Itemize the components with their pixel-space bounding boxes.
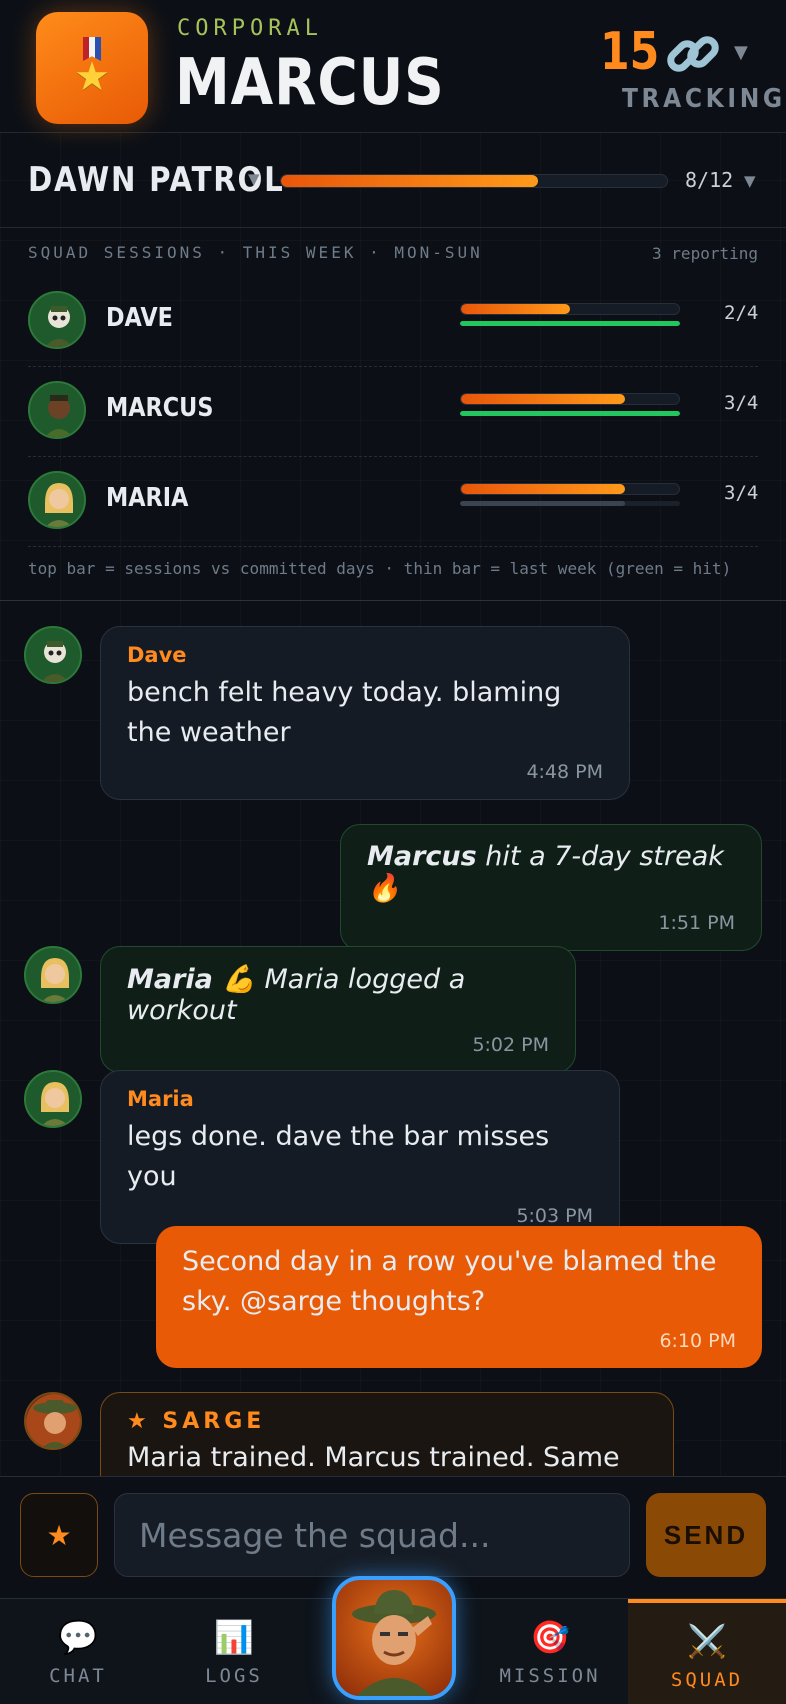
patrol-progress-count: 8/12 [685, 168, 734, 192]
message-time: 4:48 PM [526, 761, 603, 783]
message-text: Second day in a row you've blamed the sk… [182, 1246, 717, 1317]
nav-squad[interactable]: ⚔️ SQUAD [628, 1599, 786, 1704]
member-row-maria[interactable]: MARIA 3/4 [28, 457, 758, 547]
chat-feed[interactable]: Dave bench felt heavy today. blaming the… [0, 602, 786, 1476]
nav-label: LOGS [205, 1665, 263, 1687]
member-name: DAVE [106, 303, 173, 333]
message-time: 1:51 PM [658, 912, 735, 934]
event-bubble[interactable]: Maria 💪 Maria logged a workout 5:02 PM [100, 946, 576, 1073]
star-button[interactable]: ★ [20, 1493, 98, 1577]
message-time: 5:03 PM [516, 1205, 593, 1227]
user-name: MARCUS [175, 46, 445, 120]
message-text: bench felt heavy today. blaming the weat… [127, 677, 562, 748]
avatar-sarge[interactable] [24, 1392, 82, 1450]
sessions-heading: SQUAD SESSIONS · THIS WEEK · MON-SUN [28, 243, 483, 262]
tracking-count[interactable]: 15 [600, 22, 659, 82]
send-button[interactable]: SEND [646, 1493, 766, 1577]
squad-sessions-panel: SQUAD SESSIONS · THIS WEEK · MON-SUN 3 r… [0, 229, 786, 601]
sessions-bar [460, 393, 680, 405]
outgoing-message-bubble[interactable]: Second day in a row you've blamed the sk… [156, 1226, 762, 1368]
last-week-bar-fill [460, 321, 680, 326]
nav-label: MISSION [499, 1665, 601, 1687]
patrol-selector[interactable]: DAWN PATROL ▼ 8/12 ▼ [0, 134, 786, 228]
sarge-center-button[interactable] [332, 1576, 456, 1700]
rank-label: CORPORAL [177, 16, 323, 41]
member-session-count: 2/4 [724, 302, 759, 324]
sessions-legend: top bar = sessions vs committed days · t… [28, 559, 732, 578]
message-time: 6:10 PM [659, 1330, 736, 1352]
last-week-bar-fill [460, 411, 680, 416]
last-week-bar [460, 321, 680, 326]
nav-label: SQUAD [670, 1669, 744, 1691]
patrol-expand-icon[interactable]: ▼ [744, 172, 756, 190]
target-icon: 🎯 [530, 1618, 570, 1656]
sarge-message-bubble[interactable]: ★ SARGE Maria trained. Marcus trained. S… [100, 1392, 674, 1476]
star-icon: ★ [46, 1518, 72, 1552]
last-week-bar-fill [460, 501, 625, 506]
member-row-marcus[interactable]: MARCUS 3/4 [28, 367, 758, 457]
message-sender: Dave [127, 643, 187, 667]
medal-icon: ★ [72, 37, 112, 99]
sessions-bar-fill [461, 394, 625, 404]
nav-chat[interactable]: 💬 CHAT [0, 1599, 156, 1704]
message-bubble[interactable]: Dave bench felt heavy today. blaming the… [100, 626, 630, 800]
member-row-dave[interactable]: DAVE 2/4 [28, 277, 758, 367]
message-sender: Maria [127, 1087, 194, 1111]
sarge-avatar-icon [352, 1590, 436, 1696]
member-session-count: 3/4 [724, 482, 759, 504]
patrol-dropdown-icon[interactable]: ▼ [248, 170, 260, 188]
last-week-bar [460, 501, 680, 506]
event-text: Maria 💪 Maria logged a workout [127, 963, 549, 1026]
sessions-bar-fill [461, 304, 570, 314]
event-name: Maria 💪 [127, 964, 256, 995]
message-text: legs done. dave the bar misses you [127, 1121, 550, 1192]
nav-label: CHAT [49, 1665, 107, 1687]
sessions-bar [460, 483, 680, 495]
message-input[interactable] [114, 1493, 630, 1577]
last-week-bar [460, 411, 680, 416]
avatar-maria [28, 471, 86, 529]
nav-mission[interactable]: 🎯 MISSION [472, 1599, 628, 1704]
sessions-bar [460, 303, 680, 315]
avatar-dave[interactable] [24, 626, 82, 684]
member-session-count: 3/4 [724, 392, 759, 414]
message-time: 5:02 PM [472, 1034, 549, 1056]
event-name: Marcus [367, 841, 477, 872]
link-icon[interactable] [663, 24, 723, 84]
tracking-dropdown-icon[interactable]: ▼ [734, 42, 748, 63]
patrol-progress-bar [280, 174, 668, 188]
rank-badge[interactable]: ★ [36, 12, 148, 124]
bar-chart-icon: 📊 [214, 1618, 254, 1656]
avatar-maria[interactable] [24, 1070, 82, 1128]
patrol-progress-fill [281, 175, 539, 187]
member-name: MARIA [106, 483, 189, 513]
avatar-marcus [28, 381, 86, 439]
avatar-maria[interactable] [24, 946, 82, 1004]
profile-header: ★ CORPORAL MARCUS 15 ▼ TRACKING [0, 0, 786, 133]
member-name: MARCUS [106, 393, 214, 423]
sarge-label: ★ SARGE [127, 1409, 266, 1434]
speech-bubble-icon: 💬 [58, 1618, 98, 1656]
message-text: Maria trained. Marcus trained. Same [127, 1442, 620, 1473]
avatar-dave [28, 291, 86, 349]
sessions-bar-fill [461, 484, 625, 494]
event-text: Marcus hit a 7-day streak 🔥 [367, 841, 735, 904]
reporting-count: 3 reporting [652, 244, 758, 263]
patrol-name[interactable]: DAWN PATROL [28, 160, 284, 200]
nav-logs[interactable]: 📊 LOGS [156, 1599, 312, 1704]
tracking-label: TRACKING [622, 84, 786, 114]
message-bubble[interactable]: Maria legs done. dave the bar misses you… [100, 1070, 620, 1244]
crossed-swords-icon: ⚔️ [687, 1622, 727, 1660]
event-bubble[interactable]: Marcus hit a 7-day streak 🔥 1:51 PM [340, 824, 762, 951]
